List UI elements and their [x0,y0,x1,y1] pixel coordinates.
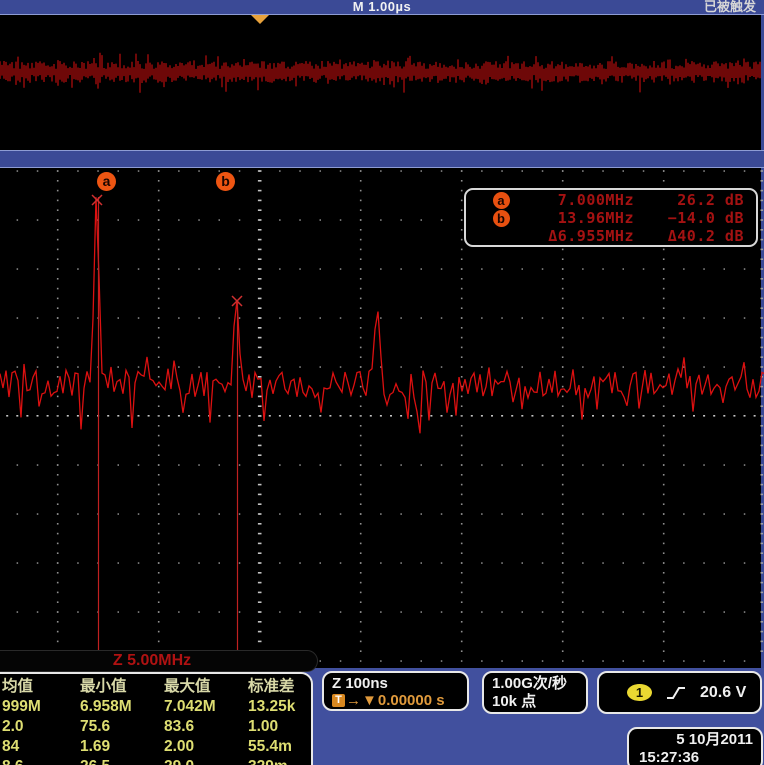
marker-a-badge: a [493,192,510,209]
delta-level: Δ40.2 dB [634,227,744,245]
stats-cell: 6.958M [80,697,164,717]
stats-cell: 84 [2,737,80,757]
measurement-stats-table: 均值 最小值 最大值 标准差 999M 6.958M 7.042M 13.25k… [0,672,313,765]
rising-edge-icon [666,685,686,701]
marker-b-frequency: 13.96MHz [522,209,634,227]
stats-cell: 1.69 [80,737,164,757]
marker-b-badge: b [493,210,510,227]
time-domain-waveform [0,14,764,150]
trigger-t-icon: T [332,694,345,707]
table-row: 8.6 26.5 29.0 329m [0,757,311,765]
trigger-position-icon [251,15,269,24]
zoom-timebase-readout: Z 100ns [332,675,459,692]
stats-cell: 329m [248,757,313,765]
stats-header-row: 均值 最小值 最大值 标准差 [0,677,311,697]
table-row: 84 1.69 2.00 55.4m [0,737,311,757]
cursor-readout-box: a 7.000MHz 26.2 dB b 13.96MHz −14.0 dB Δ… [464,188,758,247]
trigger-source-box: 1 20.6 V [597,671,762,714]
trigger-status: 已被触发 [704,0,756,14]
stats-header-max: 最大值 [164,677,248,697]
channel-1-badge: 1 [627,684,652,701]
trigger-arrow-icon: → [346,692,361,709]
sample-rate-readout: 1.00G次/秒 [492,675,578,693]
title-bar: M 1.00µs 已被触发 [0,0,764,15]
date-readout: 5 10月2011 [639,731,753,749]
datetime-box: 5 10月2011 15:27:36 [627,727,763,765]
marker-b-level: −14.0 dB [634,209,744,227]
stats-cell: 7.042M [164,697,248,717]
time-readout: 15:27:36 [639,749,753,765]
stats-header-mean: 均值 [2,677,80,697]
fft-zoom-scale-label: Z 5.00MHz [0,651,317,671]
stats-cell: 2.0 [2,717,80,737]
stats-header-min: 最小值 [80,677,164,697]
marker-b-bubble: b [216,172,235,191]
stats-cell: 13.25k [248,697,313,717]
stats-cell: 999M [2,697,80,717]
marker-a-level: 26.2 dB [634,191,744,209]
table-row: 999M 6.958M 7.042M 13.25k [0,697,311,717]
stats-cell: 55.4m [248,737,313,757]
table-row: 2.0 75.6 83.6 1.00 [0,717,311,737]
trigger-marker-icon: ▼ [362,692,377,709]
zoom-timebase-box: Z 100ns T→▼0.00000 s [322,671,469,711]
stats-cell: 26.5 [80,757,164,765]
fft-zoom-scale-bar: Z 5.00MHz [0,650,318,672]
stats-cell: 83.6 [164,717,248,737]
oscilloscope-screen: M 1.00µs 已被触发 a b a 7.000MHz 26.2 dB b 1… [0,0,764,765]
main-timebase-readout: M 1.00µs [0,0,764,14]
stats-cell: 75.6 [80,717,164,737]
window-divider [0,150,764,168]
stats-cell: 1.00 [248,717,313,737]
acquisition-box: 1.00G次/秒 10k 点 [482,671,588,714]
stats-header-stddev: 标准差 [248,677,313,697]
marker-a-bubble: a [97,172,116,191]
stats-cell: 8.6 [2,757,80,765]
delta-frequency: Δ6.955MHz [522,227,634,245]
record-length-readout: 10k 点 [492,693,578,711]
stats-cell: 2.00 [164,737,248,757]
trigger-level-readout: 20.6 V [700,684,746,702]
marker-a-frequency: 7.000MHz [522,191,634,209]
trigger-offset-readout: T→▼0.00000 s [332,692,459,709]
stats-cell: 29.0 [164,757,248,765]
trigger-offset-value: 0.00000 s [378,692,445,709]
